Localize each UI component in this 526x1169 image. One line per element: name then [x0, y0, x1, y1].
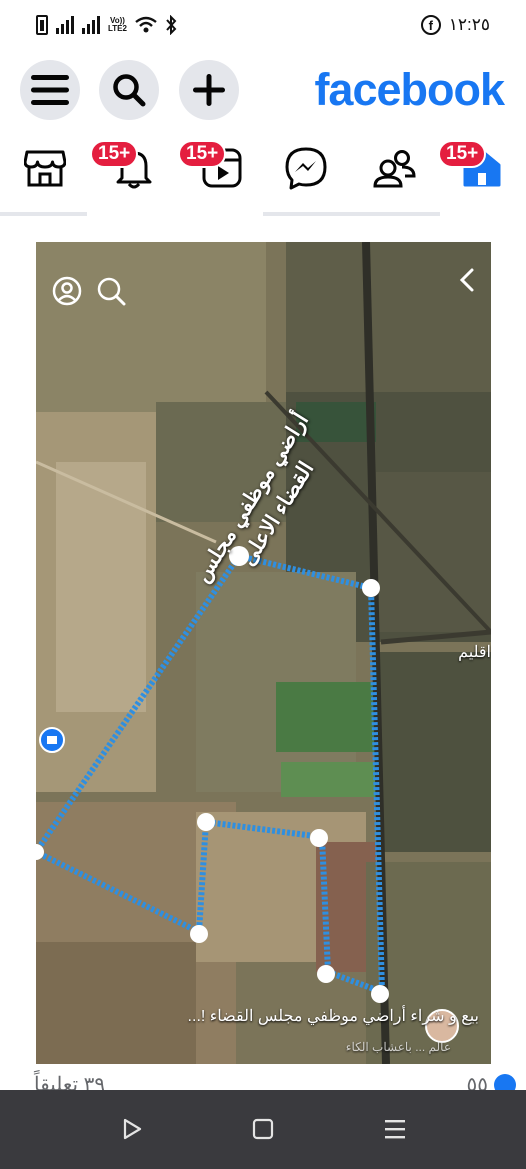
tab-video[interactable]: 15+	[178, 140, 248, 194]
top-bar: facebook	[0, 56, 526, 124]
status-bar: Vo)) LTE2 f ١٢:٢٥	[0, 0, 526, 50]
plus-icon	[193, 74, 225, 106]
nav-divider-right	[263, 212, 440, 216]
bluetooth-icon	[166, 15, 177, 35]
video-badge: 15+	[178, 140, 227, 168]
recents-button[interactable]	[380, 1114, 410, 1144]
battery-icon	[36, 15, 48, 35]
tab-messenger[interactable]	[280, 142, 332, 194]
tab-friends[interactable]	[368, 142, 420, 194]
reactions-count: ٥٥	[466, 1074, 488, 1092]
notifications-badge: 15+	[90, 140, 139, 168]
signal-1-icon	[56, 16, 74, 34]
facebook-app-screen: Vo)) LTE2 f ١٢:٢٥ facebook 15+ 15+ 15+ أ…	[0, 0, 526, 1169]
search-icon[interactable]	[96, 276, 126, 306]
wifi-icon	[135, 16, 157, 33]
recents-icon	[385, 1120, 405, 1139]
search-icon	[113, 74, 146, 107]
story-viewer[interactable]: أراضي موظفي مجلس القضاء الاعلى اقليم بيع…	[36, 242, 491, 1064]
chevron-left-icon[interactable]	[454, 266, 484, 296]
profile-icon[interactable]	[52, 276, 82, 306]
back-button[interactable]	[117, 1114, 147, 1144]
volte-label: Vo)) LTE2	[108, 16, 127, 33]
system-navigation-bar	[0, 1090, 526, 1169]
satellite-map-image	[36, 242, 491, 1064]
comments-count[interactable]: ٣٩ تعليقاً	[34, 1072, 105, 1092]
home-badge: 15+	[438, 140, 487, 168]
hamburger-icon	[31, 75, 69, 105]
status-time: ١٢:٢٥	[448, 15, 490, 34]
menu-button[interactable]	[20, 60, 80, 120]
signal-2-icon	[82, 16, 100, 34]
facebook-logo[interactable]: facebook	[314, 64, 505, 116]
square-icon	[252, 1118, 274, 1140]
story-caption-sub: عالم ... باعشاب الكاء	[345, 1040, 451, 1054]
facebook-notification-icon: f	[420, 15, 441, 35]
nav-divider-left	[0, 212, 87, 216]
search-button[interactable]	[99, 60, 159, 120]
tab-marketplace[interactable]	[19, 142, 71, 194]
create-button[interactable]	[179, 60, 239, 120]
play-back-icon	[123, 1118, 142, 1140]
story-caption: بيع و شراء أراضي موظفي مجلس القضاء !...	[187, 1008, 479, 1025]
tab-notifications[interactable]: 15+	[90, 140, 160, 194]
map-road-label: اقليم	[458, 644, 491, 661]
status-left: Vo)) LTE2	[36, 15, 177, 35]
home-system-button[interactable]	[248, 1114, 278, 1144]
reactions-summary[interactable]: ٥٥	[467, 1072, 516, 1092]
marketplace-icon	[24, 150, 66, 187]
tab-home[interactable]: 15+	[438, 140, 508, 194]
nav-tabs: 15+ 15+ 15+	[0, 134, 526, 214]
status-right: f ١٢:٢٥	[420, 15, 490, 35]
messenger-icon	[285, 147, 327, 190]
friends-icon	[373, 150, 416, 188]
reactions-bar: ٣٩ تعليقاً ٥٥	[0, 1070, 526, 1092]
